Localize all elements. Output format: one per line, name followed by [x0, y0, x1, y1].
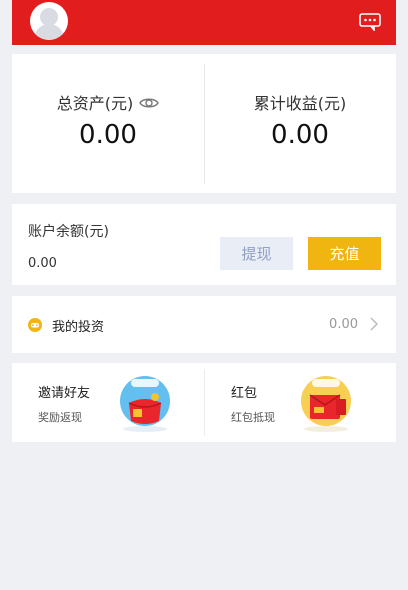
total-assets-label: 总资产(元): [56, 94, 134, 113]
balance-amount: 0.00: [28, 256, 57, 271]
total-assets-panel: 总资产(元) 0.00: [12, 54, 204, 193]
recharge-button[interactable]: 充值: [308, 237, 381, 270]
assets-card: 总资产(元) 0.00 累计收益(元) 0.00: [12, 54, 396, 193]
eye-icon[interactable]: [139, 96, 160, 110]
promo-cards: 邀请好友 奖励返现 红包 红包抵现: [12, 363, 396, 442]
avatar-body: [34, 24, 64, 40]
invite-friends-title: 邀请好友: [38, 386, 91, 401]
my-investment-row[interactable]: 我的投资 0.00: [12, 296, 396, 353]
gamepad-icon: [28, 318, 42, 332]
earnings-label: 累计收益(元): [253, 94, 347, 113]
my-investment-label: 我的投资: [52, 320, 105, 335]
balance-card: 账户余额(元) 0.00 提现 充值: [12, 204, 396, 285]
total-assets-value: 0.00: [79, 120, 137, 150]
app-screen: 总资产(元) 0.00 累计收益(元) 0.00 账户余额(元) 0.00 提现…: [12, 0, 396, 590]
red-envelope-illustration: [301, 376, 351, 432]
total-assets-label-row: 总资产(元): [12, 90, 204, 114]
gift-bag-illustration: [120, 376, 170, 432]
avatar[interactable]: [30, 2, 68, 40]
red-envelope-card[interactable]: 红包 红包抵现: [204, 363, 396, 442]
red-envelope-title: 红包: [231, 386, 258, 401]
my-investment-value: 0.00: [329, 317, 358, 332]
cumulative-earnings-panel: 累计收益(元) 0.00: [204, 54, 396, 193]
red-envelope-subtitle: 红包抵现: [231, 411, 275, 424]
top-header: [12, 0, 396, 45]
earnings-value: 0.00: [271, 120, 329, 150]
balance-label: 账户余额(元): [28, 224, 109, 240]
chat-bubble-icon[interactable]: [359, 13, 381, 31]
chevron-right-icon: [370, 317, 378, 331]
invite-friends-subtitle: 奖励返现: [38, 411, 82, 424]
invite-friends-card[interactable]: 邀请好友 奖励返现: [12, 363, 204, 442]
withdraw-button[interactable]: 提现: [220, 237, 293, 270]
